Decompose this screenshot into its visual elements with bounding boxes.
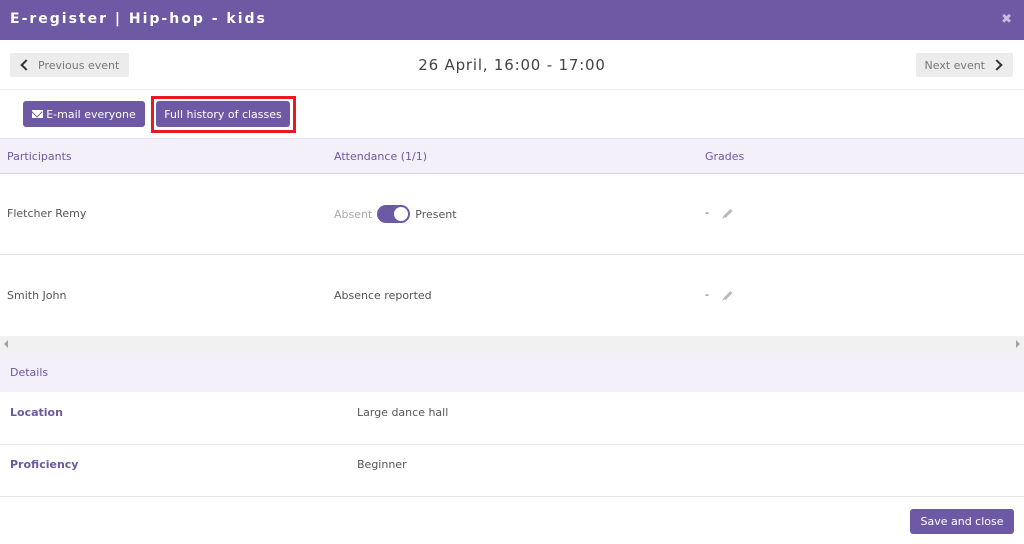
save-and-close-button[interactable]: Save and close (910, 509, 1014, 534)
details-title: Details (10, 366, 49, 379)
horizontal-scrollbar[interactable] (0, 336, 1024, 352)
attendance-toggle[interactable] (377, 205, 411, 223)
present-label: Present (415, 207, 457, 221)
participant-name: Fletcher Remy (7, 207, 87, 220)
scroll-right-arrow-icon[interactable] (1016, 340, 1020, 348)
detail-label-proficiency: Proficiency (10, 458, 79, 471)
detail-label-location: Location (10, 406, 63, 419)
grade-value: - (705, 288, 709, 301)
grade-value: - (705, 206, 709, 219)
attendance-control: Absent Present (334, 205, 457, 223)
chevron-right-icon (991, 59, 1003, 71)
detail-value-proficiency: Beginner (357, 458, 407, 471)
row-divider (0, 254, 1024, 255)
pencil-icon[interactable] (723, 290, 733, 301)
scroll-left-arrow-icon[interactable] (4, 340, 8, 348)
absent-label: Absent (334, 207, 373, 221)
table-header: Participants Attendance (1/1) Grades (0, 138, 1024, 174)
close-icon[interactable]: ✖ (1001, 12, 1012, 27)
attendance-status: Absence reported (334, 289, 432, 302)
next-event-label: Next event (924, 58, 985, 72)
participant-name: Smith John (7, 289, 67, 302)
header-grades: Grades (705, 150, 745, 163)
row-divider (0, 444, 1024, 445)
save-and-close-label: Save and close (920, 515, 1004, 528)
row-divider (0, 496, 1024, 497)
divider (0, 89, 1024, 90)
window-title: E-register | Hip-hop - kids (10, 11, 267, 27)
event-date: 26 April, 16:00 - 17:00 (418, 56, 606, 74)
next-event-button[interactable]: Next event (916, 53, 1013, 77)
pencil-icon[interactable] (723, 208, 733, 219)
envelope-icon (32, 110, 44, 118)
title-bar: E-register | Hip-hop - kids ✖ (0, 0, 1024, 40)
email-everyone-button[interactable]: E-mail everyone (23, 101, 145, 127)
detail-value-location: Large dance hall (357, 406, 449, 419)
email-everyone-label: E-mail everyone (46, 107, 136, 121)
toggle-knob (394, 207, 409, 221)
header-participants: Participants (7, 150, 72, 163)
details-header: Details (0, 352, 1024, 392)
highlight-box (151, 96, 296, 133)
header-attendance: Attendance (1/1) (334, 150, 427, 163)
